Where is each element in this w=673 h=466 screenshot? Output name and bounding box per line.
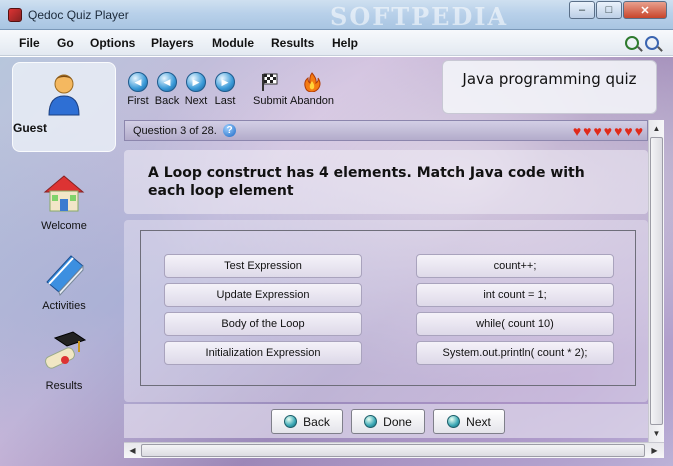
window-title: Qedoc Quiz Player [28,8,129,22]
back-button[interactable]: Back [271,409,343,434]
menu-file[interactable]: File [19,36,40,50]
zoom-in-icon[interactable] [625,36,639,50]
back-nav-label: Back [154,95,180,107]
abandon-button[interactable]: Abandon [290,72,334,107]
diploma-icon [41,330,87,376]
match-left-item[interactable]: Initialization Expression [164,341,362,365]
zoom-out-icon[interactable] [645,36,659,50]
heart-icon: ♥ [572,123,582,139]
first-button[interactable]: ◀ First [123,72,153,107]
vertical-scroll-thumb[interactable] [650,137,663,425]
sidebar-item-results[interactable]: Results [12,330,116,392]
back-nav-button[interactable]: ◀ Back [152,72,182,107]
next-nav-button[interactable]: ▶ Next [181,72,211,107]
heart-icon: ♥ [624,123,633,139]
quiz-title: Java programming quiz [442,60,657,114]
book-icon [41,250,87,296]
abandon-label: Abandon [290,95,335,107]
user-card[interactable]: Guest [12,62,116,152]
sidebar-label-results: Results [45,380,83,392]
done-button[interactable]: Done [351,409,425,434]
heart-icon: ♥ [634,123,643,139]
back-icon: ◀ [157,72,177,92]
last-label: Last [214,95,236,107]
scroll-right-icon[interactable]: ▶ [647,444,662,457]
sidebar-item-activities[interactable]: Activities [12,250,116,312]
sidebar-label-welcome: Welcome [41,220,87,232]
done-button-label: Done [383,414,412,429]
question-text: A Loop construct has 4 elements. Match J… [124,150,648,214]
next-icon: ▶ [186,72,206,92]
close-button[interactable]: ✕ [623,1,667,19]
match-left-item[interactable]: Test Expression [164,254,362,278]
title-bar: Qedoc Quiz Player SOFTPEDIA – □ ✕ [0,0,673,31]
menu-bar: File Go Options Players Module Results H… [0,30,673,56]
checkered-flag-icon [260,72,280,92]
scroll-up-icon[interactable]: ▲ [650,121,663,136]
menu-players[interactable]: Players [151,36,194,50]
match-right-item[interactable]: int count = 1; [416,283,614,307]
match-right-item[interactable]: System.out.println( count * 2); [416,341,614,365]
scroll-down-icon[interactable]: ▼ [650,426,663,441]
heart-icon: ♥ [614,123,623,139]
help-icon[interactable]: ? [223,124,236,137]
app-icon [8,8,22,22]
scroll-left-icon[interactable]: ◀ [125,444,140,457]
match-left-item[interactable]: Body of the Loop [164,312,362,336]
heart-icon: ♥ [603,123,613,139]
last-icon: ▶ [215,72,235,92]
submit-button[interactable]: Submit [253,72,287,107]
next-button-label: Next [466,414,491,429]
menu-go[interactable]: Go [57,36,74,50]
match-right-item[interactable]: while( count 10) [416,312,614,336]
menu-options[interactable]: Options [90,36,135,50]
horizontal-scrollbar[interactable]: ◀ ▶ [124,442,664,458]
watermark-text: SOFTPEDIA [330,2,509,31]
sidebar: Guest Welcome Activities Results [6,60,118,460]
next-nav-label: Next [184,95,208,107]
house-icon [41,170,87,216]
menu-module[interactable]: Module [212,36,254,50]
menu-help[interactable]: Help [332,36,358,50]
match-left-item[interactable]: Update Expression [164,283,362,307]
horizontal-scroll-thumb[interactable] [141,444,645,457]
first-label: First [127,95,149,107]
user-label: Guest [13,121,48,135]
next-arrow-icon [447,415,461,428]
sidebar-item-welcome[interactable]: Welcome [12,170,116,232]
minimize-button[interactable]: – [569,1,595,19]
window-controls: – □ ✕ [569,1,667,19]
question-bar: Question 3 of 28. ? ♥ ♥ ♥ ♥ ♥ ♥ ♥ [124,120,648,141]
first-icon: ◀ [128,72,148,92]
next-button[interactable]: Next [433,409,505,434]
fire-icon [302,72,322,93]
last-button[interactable]: ▶ Last [210,72,240,107]
back-button-label: Back [303,414,330,429]
maximize-button[interactable]: □ [596,1,622,19]
lives-hearts: ♥ ♥ ♥ ♥ ♥ ♥ ♥ [573,123,643,139]
back-arrow-icon [284,415,298,428]
match-right-item[interactable]: count++; [416,254,614,278]
heart-icon: ♥ [593,123,602,139]
question-counter: Question 3 of 28. [133,125,217,137]
submit-label: Submit [253,95,288,107]
vertical-scrollbar[interactable]: ▲ ▼ [648,120,664,442]
menu-results[interactable]: Results [271,36,314,50]
user-icon [41,71,87,117]
heart-icon: ♥ [583,123,592,139]
sidebar-label-activities: Activities [42,300,86,312]
done-icon [364,415,378,428]
